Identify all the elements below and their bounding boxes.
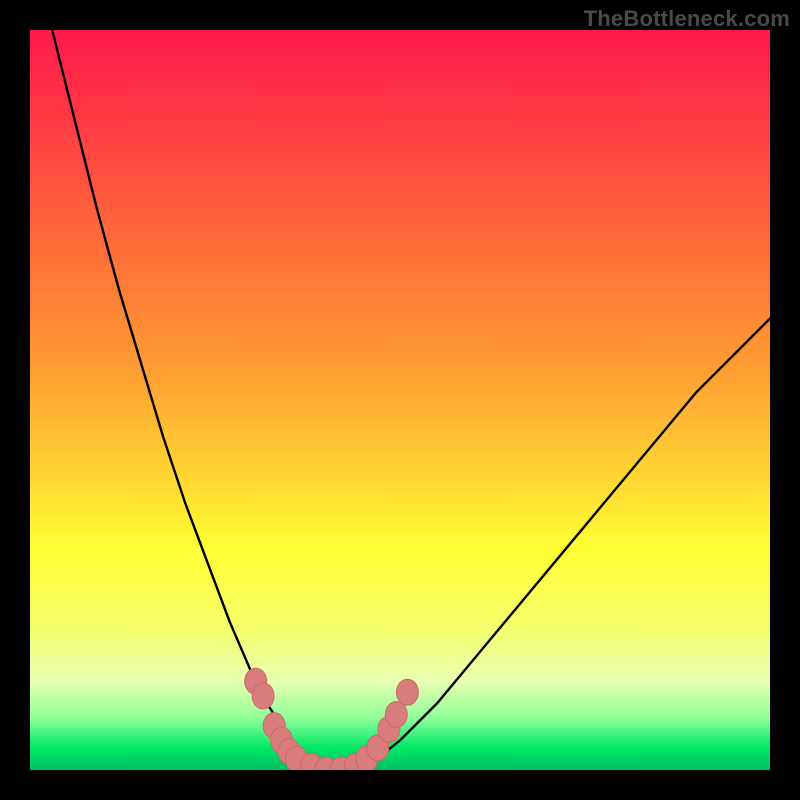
chart-svg [30, 30, 770, 770]
marker-point [396, 679, 418, 705]
watermark-text: TheBottleneck.com [584, 6, 790, 32]
marker-layer [245, 668, 419, 770]
bottleneck-curve [52, 30, 770, 770]
marker-point [252, 683, 274, 709]
chart-frame: TheBottleneck.com [0, 0, 800, 800]
marker-point [385, 702, 407, 728]
